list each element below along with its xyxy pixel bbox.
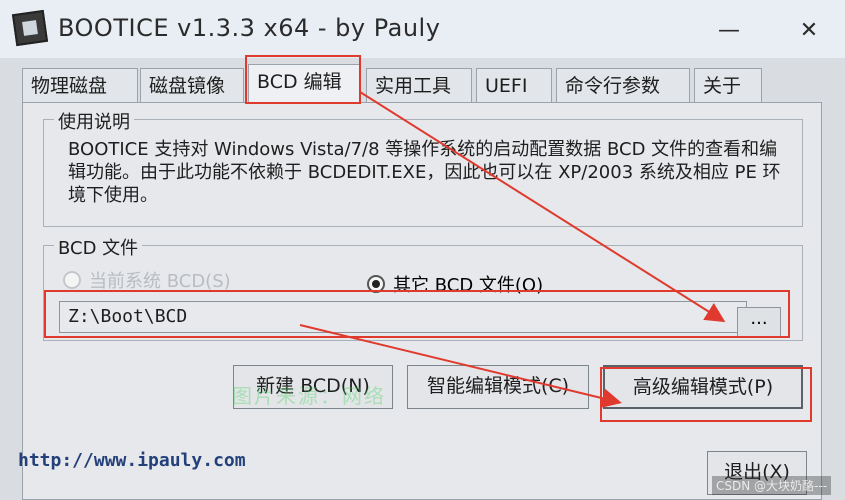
close-icon[interactable]: ✕: [794, 16, 824, 46]
usage-group: 使用说明 BOOTICE 支持对 Windows Vista/7/8 等操作系统…: [43, 108, 803, 227]
tab-physical-disk[interactable]: 物理磁盘: [22, 68, 138, 102]
csdn-watermark: CSDN @大块奶酪---: [712, 476, 832, 495]
tab-bar: 物理磁盘 磁盘镜像 BCD 编辑 实用工具 UEFI 命令行参数 关于: [22, 64, 822, 104]
tab-command-line[interactable]: 命令行参数: [556, 68, 690, 102]
radio-current-indicator[interactable]: [63, 271, 81, 289]
usage-description: BOOTICE 支持对 Windows Vista/7/8 等操作系统的启动配置…: [68, 139, 781, 206]
tab-disk-image[interactable]: 磁盘镜像: [140, 68, 244, 102]
title-bar: BOOTICE v1.3.3 x64 - by Pauly — ✕: [0, 0, 845, 58]
tab-about[interactable]: 关于: [694, 68, 762, 102]
website-link[interactable]: http://www.ipauly.com: [18, 450, 246, 471]
usage-group-label: 使用说明: [54, 108, 134, 134]
app-icon: [11, 9, 49, 47]
bootice-window: BOOTICE v1.3.3 x64 - by Pauly — ✕ 物理磁盘 磁…: [0, 0, 845, 500]
tab-uefi[interactable]: UEFI: [476, 68, 552, 102]
bcd-file-group-label: BCD 文件: [54, 234, 143, 260]
watermark-text: 图片来源：网络: [232, 384, 386, 408]
tab-utilities[interactable]: 实用工具: [366, 68, 472, 102]
annotation-box-path: [44, 290, 790, 338]
smart-edit-button[interactable]: 智能编辑模式(C): [407, 365, 589, 409]
annotation-box-bcd-tab: [245, 55, 361, 104]
window-title: BOOTICE v1.3.3 x64 - by Pauly: [58, 14, 441, 42]
minimize-icon[interactable]: —: [714, 16, 744, 46]
annotation-box-advanced: [600, 367, 812, 422]
